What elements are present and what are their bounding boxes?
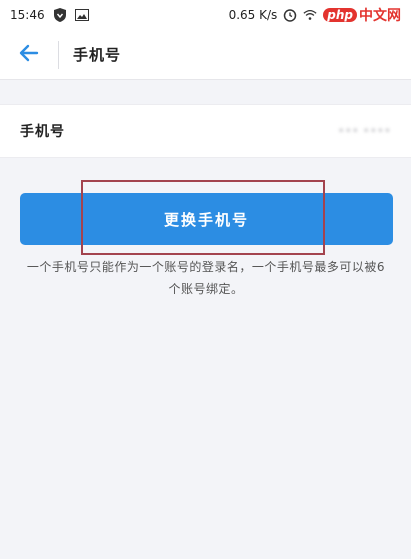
app-bar: 手机号 — [0, 30, 411, 80]
status-left: 15:46 — [10, 8, 89, 22]
screen: 15:46 0.65 K/s php 中文网 手机号 手机号 ••• •••• … — [0, 0, 411, 559]
alarm-icon — [283, 8, 297, 22]
watermark: php 中文网 — [323, 5, 401, 25]
watermark-php: php — [323, 8, 357, 22]
divider — [58, 40, 59, 69]
arrow-left-icon — [19, 44, 39, 66]
network-speed: 0.65 K/s — [228, 8, 278, 22]
status-right: 0.65 K/s php 中文网 — [229, 5, 401, 25]
change-phone-button[interactable]: 更换手机号 — [20, 193, 393, 245]
back-button[interactable] — [0, 30, 58, 80]
status-time: 15:46 — [10, 8, 45, 22]
wifi-icon — [303, 8, 317, 22]
phone-row: 手机号 ••• •••• — [0, 104, 411, 158]
phone-label: 手机号 — [20, 124, 65, 140]
phone-value: ••• •••• — [337, 124, 391, 138]
shield-icon — [53, 8, 67, 22]
image-icon — [74, 8, 89, 22]
status-bar: 15:46 0.65 K/s php 中文网 — [0, 0, 411, 30]
watermark-cn: 中文网 — [359, 8, 401, 24]
page-title: 手机号 — [73, 46, 122, 64]
binding-note: 一个手机号只能作为一个账号的登录名，一个手机号最多可以被6个账号绑定。 — [26, 260, 386, 296]
